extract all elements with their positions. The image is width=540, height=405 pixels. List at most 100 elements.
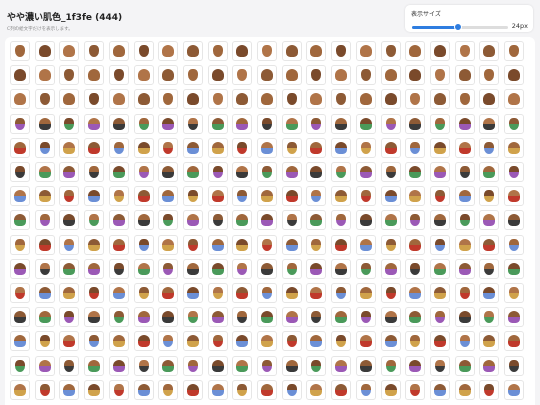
emoji-cell[interactable] (158, 210, 179, 231)
emoji-cell[interactable] (429, 283, 450, 303)
emoji-cell[interactable] (355, 41, 376, 61)
emoji-cell[interactable] (355, 186, 376, 207)
emoji-cell[interactable] (108, 283, 129, 303)
emoji-cell[interactable] (331, 137, 352, 158)
emoji-cell[interactable] (504, 65, 524, 86)
emoji-cell[interactable] (355, 89, 376, 110)
emoji-cell[interactable] (380, 113, 401, 134)
emoji-cell[interactable] (84, 162, 105, 182)
emoji-cell[interactable] (207, 283, 228, 303)
emoji-cell[interactable] (331, 331, 352, 352)
emoji-cell[interactable] (504, 379, 524, 400)
emoji-cell[interactable] (207, 307, 228, 328)
emoji-cell[interactable] (84, 307, 105, 328)
emoji-cell[interactable] (10, 283, 30, 303)
emoji-cell[interactable] (182, 137, 203, 158)
emoji-cell[interactable] (380, 307, 401, 328)
emoji-cell[interactable] (479, 137, 500, 158)
emoji-cell[interactable] (281, 186, 302, 207)
emoji-cell[interactable] (10, 307, 30, 328)
emoji-cell[interactable] (331, 307, 352, 328)
emoji-cell[interactable] (380, 137, 401, 158)
emoji-cell[interactable] (479, 41, 500, 61)
emoji-cell[interactable] (133, 258, 154, 279)
emoji-cell[interactable] (306, 283, 327, 303)
emoji-cell[interactable] (454, 283, 475, 303)
emoji-cell[interactable] (405, 355, 426, 376)
emoji-cell[interactable] (232, 113, 253, 134)
emoji-cell[interactable] (257, 379, 277, 400)
emoji-cell[interactable] (257, 331, 277, 352)
emoji-cell[interactable] (182, 307, 203, 328)
emoji-cell[interactable] (306, 137, 327, 158)
emoji-cell[interactable] (34, 210, 55, 231)
emoji-cell[interactable] (108, 234, 129, 255)
emoji-cell[interactable] (429, 89, 450, 110)
emoji-cell[interactable] (108, 137, 129, 158)
emoji-cell[interactable] (380, 258, 401, 279)
emoji-cell[interactable] (10, 89, 30, 110)
emoji-cell[interactable] (34, 307, 55, 328)
emoji-cell[interactable] (257, 65, 277, 86)
emoji-cell[interactable] (380, 331, 401, 352)
emoji-cell[interactable] (331, 355, 352, 376)
emoji-cell[interactable] (108, 65, 129, 86)
emoji-cell[interactable] (182, 355, 203, 376)
emoji-cell[interactable] (257, 186, 277, 207)
emoji-cell[interactable] (380, 162, 401, 182)
emoji-cell[interactable] (108, 331, 129, 352)
emoji-cell[interactable] (331, 186, 352, 207)
emoji-cell[interactable] (281, 113, 302, 134)
emoji-cell[interactable] (34, 65, 55, 86)
emoji-cell[interactable] (232, 210, 253, 231)
emoji-cell[interactable] (207, 137, 228, 158)
emoji-cell[interactable] (454, 258, 475, 279)
emoji-cell[interactable] (479, 113, 500, 134)
emoji-cell[interactable] (331, 41, 352, 61)
emoji-cell[interactable] (504, 41, 524, 61)
emoji-cell[interactable] (405, 307, 426, 328)
emoji-cell[interactable] (504, 113, 524, 134)
emoji-cell[interactable] (207, 113, 228, 134)
emoji-cell[interactable] (504, 186, 524, 207)
emoji-cell[interactable] (133, 234, 154, 255)
emoji-cell[interactable] (306, 234, 327, 255)
emoji-cell[interactable] (133, 41, 154, 61)
emoji-cell[interactable] (380, 65, 401, 86)
emoji-cell[interactable] (331, 234, 352, 255)
emoji-cell[interactable] (355, 283, 376, 303)
emoji-cell[interactable] (355, 65, 376, 86)
emoji-cell[interactable] (10, 355, 30, 376)
emoji-cell[interactable] (108, 162, 129, 182)
emoji-cell[interactable] (281, 89, 302, 110)
emoji-cell[interactable] (158, 331, 179, 352)
emoji-cell[interactable] (158, 355, 179, 376)
emoji-cell[interactable] (59, 331, 80, 352)
emoji-cell[interactable] (355, 379, 376, 400)
emoji-cell[interactable] (108, 307, 129, 328)
emoji-cell[interactable] (454, 331, 475, 352)
emoji-cell[interactable] (207, 258, 228, 279)
emoji-cell[interactable] (429, 41, 450, 61)
emoji-cell[interactable] (207, 379, 228, 400)
emoji-cell[interactable] (281, 210, 302, 231)
emoji-cell[interactable] (232, 379, 253, 400)
emoji-cell[interactable] (232, 234, 253, 255)
emoji-cell[interactable] (10, 113, 30, 134)
emoji-cell[interactable] (108, 113, 129, 134)
emoji-cell[interactable] (34, 113, 55, 134)
emoji-cell[interactable] (84, 41, 105, 61)
emoji-cell[interactable] (59, 137, 80, 158)
emoji-cell[interactable] (158, 283, 179, 303)
emoji-cell[interactable] (232, 283, 253, 303)
emoji-cell[interactable] (429, 331, 450, 352)
emoji-cell[interactable] (479, 210, 500, 231)
emoji-cell[interactable] (108, 89, 129, 110)
emoji-cell[interactable] (158, 137, 179, 158)
emoji-cell[interactable] (504, 307, 524, 328)
emoji-cell[interactable] (355, 162, 376, 182)
emoji-cell[interactable] (331, 210, 352, 231)
emoji-cell[interactable] (133, 379, 154, 400)
emoji-cell[interactable] (257, 234, 277, 255)
emoji-cell[interactable] (306, 113, 327, 134)
